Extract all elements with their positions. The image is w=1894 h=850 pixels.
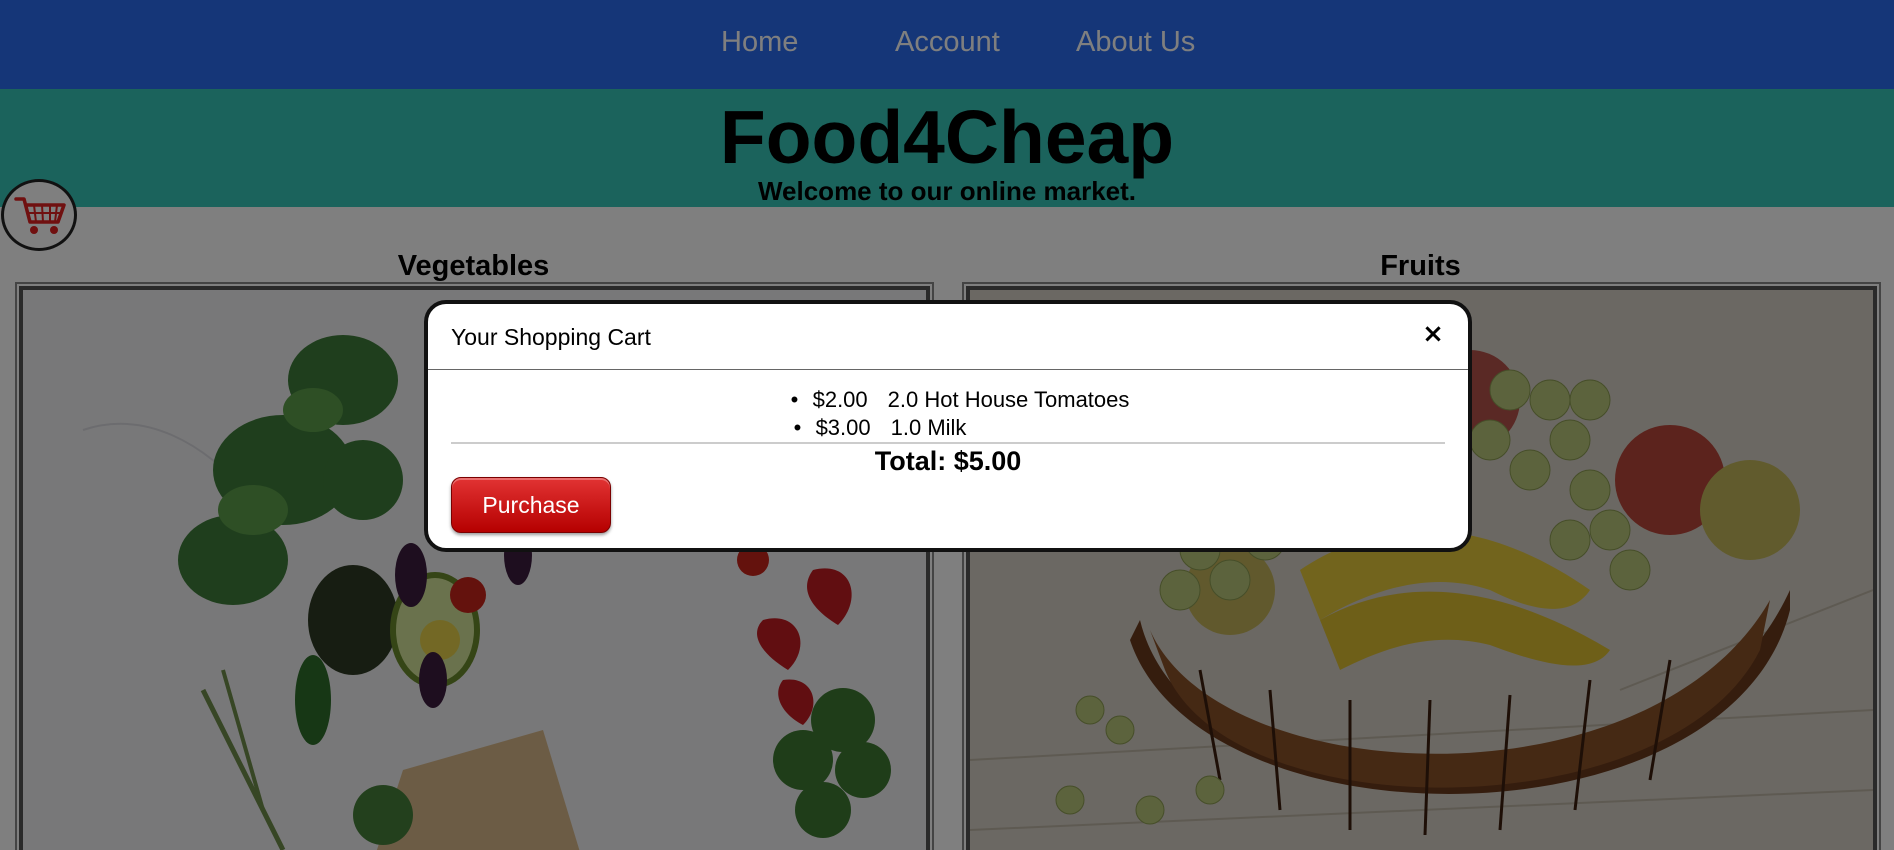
cart-item-price: $2.00 xyxy=(812,387,868,412)
page: Home Account About Us Food4Cheap Welcome… xyxy=(0,0,1894,850)
bullet-icon: • xyxy=(793,415,802,440)
cart-item-description: 1.0 Milk xyxy=(890,415,967,440)
modal-header: Your Shopping Cart × xyxy=(428,304,1468,370)
bullet-icon: • xyxy=(790,387,799,412)
modal-title: Your Shopping Cart xyxy=(451,324,651,350)
cart-item-description: 2.0 Hot House Tomatoes xyxy=(887,387,1130,412)
cart-item-price: $3.00 xyxy=(815,415,871,440)
close-icon[interactable]: × xyxy=(1420,321,1446,347)
cart-total: Total: $5.00 xyxy=(874,446,1022,476)
cart-item: • $3.00 1.0 Milk xyxy=(428,414,1400,442)
cart-item-list: • $2.00 2.0 Hot House Tomatoes • $3.00 1.0 M… xyxy=(428,386,1468,442)
cart-item: • $2.00 2.0 Hot House Tomatoes xyxy=(440,386,1468,414)
purchase-button[interactable]: Purchase xyxy=(451,477,611,533)
shopping-cart-modal: Your Shopping Cart × • $2.00 2.0 Hot House… xyxy=(424,300,1472,552)
cart-divider xyxy=(451,442,1445,444)
